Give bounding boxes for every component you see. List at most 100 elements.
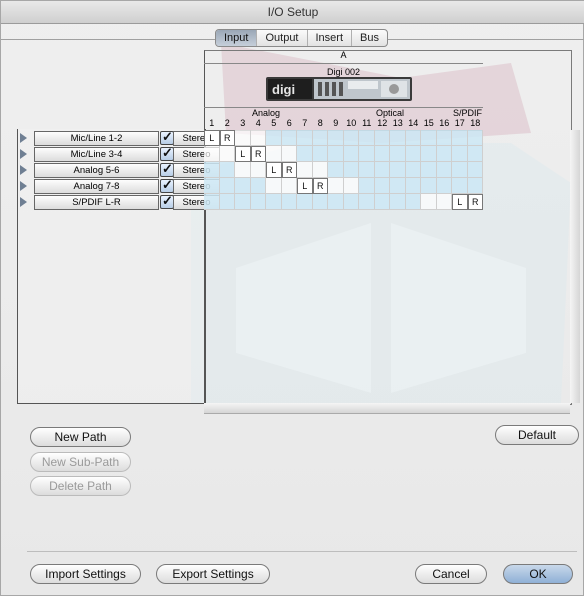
grid-cell[interactable] — [405, 130, 421, 146]
grid-cell[interactable] — [359, 146, 375, 162]
grid-cell[interactable] — [421, 194, 437, 210]
grid-cell[interactable] — [297, 162, 313, 178]
grid-cell[interactable] — [390, 178, 406, 194]
grid-cell[interactable] — [405, 162, 421, 178]
grid-cell[interactable] — [421, 178, 437, 194]
grid-cell[interactable] — [343, 162, 359, 178]
grid-cell[interactable] — [281, 146, 297, 162]
grid-cell[interactable] — [374, 146, 390, 162]
grid-cell[interactable] — [266, 178, 282, 194]
grid-cell[interactable] — [343, 194, 359, 210]
grid-cell[interactable] — [452, 146, 468, 162]
path-active-checkbox[interactable]: ✓ — [160, 177, 174, 193]
path-name[interactable]: Mic/Line 3-4 — [34, 147, 159, 162]
grid-cell[interactable] — [390, 130, 406, 146]
import-settings-button[interactable]: Import Settings — [30, 564, 141, 584]
grid-cell[interactable] — [235, 130, 251, 146]
grid-cell[interactable] — [405, 178, 421, 194]
cancel-button[interactable]: Cancel — [415, 564, 487, 584]
grid-cell[interactable] — [204, 146, 220, 162]
grid-cell[interactable] — [436, 130, 452, 146]
grid-cell[interactable] — [421, 130, 437, 146]
grid-cell[interactable] — [204, 162, 220, 178]
grid-cell[interactable] — [390, 146, 406, 162]
grid-cell[interactable] — [297, 146, 313, 162]
grid-cell[interactable] — [312, 162, 328, 178]
grid-cell[interactable] — [312, 146, 328, 162]
delete-path-button[interactable]: Delete Path — [30, 476, 131, 496]
default-button[interactable]: Default — [495, 425, 579, 445]
path-name[interactable]: Analog 7-8 — [34, 179, 159, 194]
disclosure-triangle-icon[interactable] — [20, 165, 27, 175]
vertical-scrollbar[interactable] — [570, 130, 580, 403]
grid-cell[interactable] — [328, 162, 344, 178]
grid-cell[interactable] — [297, 130, 313, 146]
path-row[interactable]: Analog 5-6 ✓ Stereo — [17, 161, 220, 178]
grid-cell[interactable] — [343, 146, 359, 162]
horizontal-scrollbar[interactable] — [204, 403, 570, 414]
grid-cell[interactable] — [405, 146, 421, 162]
assigned-channel-cell[interactable]: L — [452, 194, 468, 210]
path-active-checkbox[interactable]: ✓ — [160, 193, 174, 209]
grid-cell[interactable] — [266, 146, 282, 162]
grid-cell[interactable] — [297, 194, 313, 210]
grid-cell[interactable] — [219, 178, 235, 194]
grid-cell[interactable] — [374, 162, 390, 178]
grid-cell[interactable] — [452, 178, 468, 194]
disclosure-triangle-icon[interactable] — [20, 133, 27, 143]
ok-button[interactable]: OK — [503, 564, 573, 584]
assigned-channel-cell[interactable]: R — [219, 130, 235, 146]
grid-cell[interactable] — [235, 194, 251, 210]
new-sub-path-button[interactable]: New Sub-Path — [30, 452, 131, 472]
grid-cell[interactable] — [312, 194, 328, 210]
path-active-checkbox[interactable]: ✓ — [160, 161, 174, 177]
grid-cell[interactable] — [421, 162, 437, 178]
grid-cell[interactable] — [328, 178, 344, 194]
disclosure-triangle-icon[interactable] — [20, 181, 27, 191]
path-row[interactable]: Analog 7-8 ✓ Stereo — [17, 177, 220, 194]
grid-cell[interactable] — [328, 130, 344, 146]
grid-cell[interactable] — [281, 194, 297, 210]
assigned-channel-cell[interactable]: L — [266, 162, 282, 178]
new-path-button[interactable]: New Path — [30, 427, 131, 447]
path-active-checkbox[interactable]: ✓ — [160, 129, 174, 145]
grid-cell[interactable] — [359, 194, 375, 210]
assigned-channel-cell[interactable]: L — [204, 130, 220, 146]
grid-cell[interactable] — [467, 146, 483, 162]
grid-cell[interactable] — [250, 178, 266, 194]
path-row[interactable]: Mic/Line 1-2 ✓ Stereo — [17, 129, 220, 146]
grid-cell[interactable] — [219, 162, 235, 178]
grid-cell[interactable] — [436, 146, 452, 162]
export-settings-button[interactable]: Export Settings — [156, 564, 270, 584]
grid-cell[interactable] — [281, 178, 297, 194]
grid-cell[interactable] — [421, 146, 437, 162]
grid-cell[interactable] — [266, 130, 282, 146]
path-name[interactable]: Analog 5-6 — [34, 163, 159, 178]
grid-cell[interactable] — [219, 194, 235, 210]
path-row[interactable]: Mic/Line 3-4 ✓ Stereo — [17, 145, 220, 162]
assigned-channel-cell[interactable]: L — [235, 146, 251, 162]
grid-cell[interactable] — [374, 130, 390, 146]
disclosure-triangle-icon[interactable] — [20, 149, 27, 159]
tab-insert[interactable]: Insert — [308, 30, 353, 46]
grid-cell[interactable] — [281, 130, 297, 146]
grid-cell[interactable] — [436, 162, 452, 178]
grid-cell[interactable] — [328, 146, 344, 162]
grid-cell[interactable] — [405, 194, 421, 210]
assigned-channel-cell[interactable]: R — [250, 146, 266, 162]
grid-cell[interactable] — [235, 178, 251, 194]
grid-cell[interactable] — [204, 194, 220, 210]
grid-cell[interactable] — [452, 162, 468, 178]
path-active-checkbox[interactable]: ✓ — [160, 145, 174, 161]
grid-cell[interactable] — [374, 194, 390, 210]
grid-cell[interactable] — [374, 178, 390, 194]
grid-cell[interactable] — [436, 178, 452, 194]
grid-cell[interactable] — [250, 130, 266, 146]
grid-cell[interactable] — [436, 194, 452, 210]
path-name[interactable]: Mic/Line 1-2 — [34, 131, 159, 146]
grid-cell[interactable] — [452, 130, 468, 146]
grid-cell[interactable] — [467, 162, 483, 178]
path-name[interactable]: S/PDIF L-R — [34, 195, 159, 210]
grid-cell[interactable] — [219, 146, 235, 162]
grid-cell[interactable] — [250, 162, 266, 178]
